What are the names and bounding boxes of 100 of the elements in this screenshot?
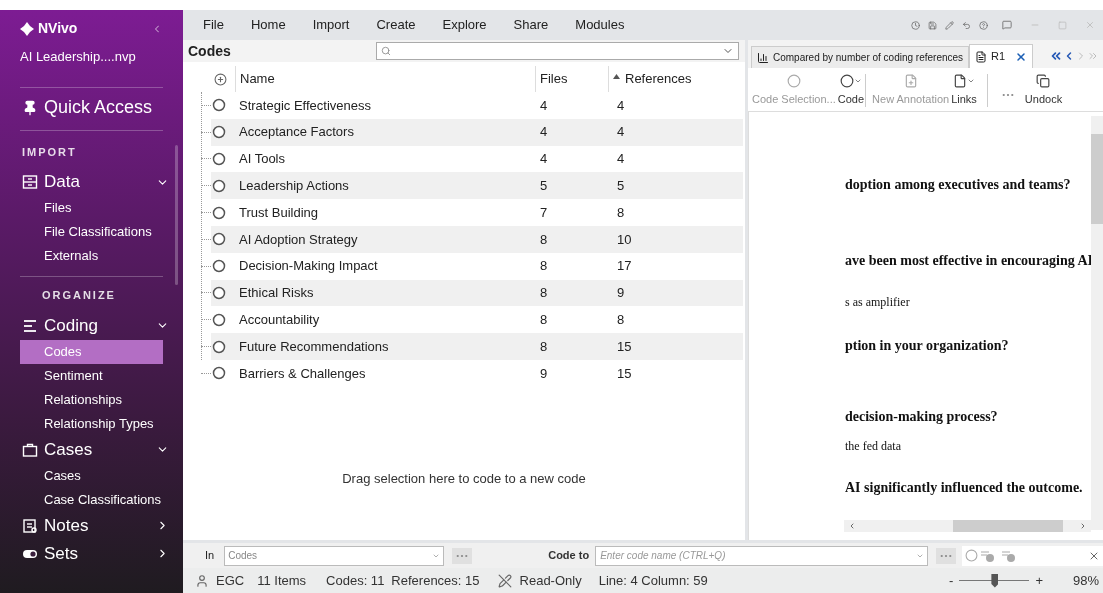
add-code-icon[interactable] [1002,549,1017,562]
references-count: 5 [617,177,625,196]
menu-item[interactable]: Share [513,15,549,35]
help-icon[interactable] [979,20,988,30]
table-row[interactable]: AI Adoption Strategy 8 10 [211,226,743,253]
scroll-left-icon[interactable] [848,522,856,530]
references-count: 17 [617,257,632,276]
more-icon[interactable] [940,553,953,558]
add-icon[interactable] [214,72,227,86]
code-name: Trust Building [239,203,319,222]
code-name: Strategic Effectiveness [239,96,372,115]
code-node-icon [212,232,226,247]
cursor-position: Line: 4 Column: 59 [598,571,708,590]
codes-count: Codes: 11 [326,571,385,590]
clock-icon[interactable] [911,20,920,30]
files-count: 4 [540,96,549,115]
nav-item[interactable]: Codes [20,339,163,364]
table-row[interactable]: Strategic Effectiveness 4 4 [211,92,743,119]
menu-item[interactable]: Modules [575,15,625,35]
table-row[interactable]: Trust Building 7 8 [211,199,743,226]
code-to-field[interactable]: Enter code name (CTRL+Q) [595,545,929,566]
references-count: 4 [617,150,625,169]
vertical-scrollbar[interactable] [1091,116,1103,530]
code-circle-icon[interactable] [965,549,979,562]
question-text: ption in your organization? [845,337,1010,355]
table-row[interactable]: Future Recommendations 8 15 [211,333,743,360]
nav-item[interactable]: Relationship Types [20,411,163,436]
column-header[interactable]: Files [535,66,608,92]
close-icon[interactable] [1015,50,1028,63]
project-name: AI Leadership....nvp [19,48,137,66]
menu-item[interactable]: Create [376,15,416,35]
toolbar-button[interactable]: Undock [1023,73,1064,107]
zoom-slider[interactable] [959,573,1030,588]
references-count: 8 [617,203,625,222]
code-node-icon [212,178,226,193]
question-text: ave been most effective in encouraging AI [845,252,1095,270]
search-icon [381,46,391,56]
references-count: 4 [617,96,625,115]
menu-item[interactable]: Import [312,15,350,35]
references-count: 4 [617,123,625,142]
menu-item[interactable]: File [203,15,224,35]
comment-icon[interactable] [1002,20,1012,30]
question-text: AI significantly influenced the outcome. [845,479,1084,497]
restore-icon[interactable] [1058,20,1067,30]
question-text: doption among executives and teams? [845,176,1072,194]
more-icon[interactable] [1001,93,1014,97]
section-header: ORGANIZE [20,276,163,304]
nav-item[interactable]: Sentiment [20,363,163,388]
references-count: 15 [617,364,632,383]
table-row[interactable]: Barriers & Challenges 9 15 [211,359,743,387]
table-row[interactable]: Accountability 8 8 [211,306,743,334]
quick-access-link[interactable]: Quick Access [0,97,183,118]
zoom-out[interactable]: - [949,570,954,591]
code-to-label: Code to [548,548,590,564]
files-count: 4 [540,150,549,169]
notepad-icon [22,517,38,534]
nav-item[interactable]: Cases [20,463,163,488]
menu-item[interactable]: Home [250,15,286,35]
undo-icon[interactable] [962,20,971,30]
column-header[interactable]: Name [235,66,535,92]
answer-text: s as amplifier [845,294,911,311]
menu-item[interactable]: Explore [442,15,487,35]
nav-item[interactable]: Externals [20,244,163,268]
column-header[interactable]: References [608,66,745,92]
search-field[interactable] [376,42,739,60]
page-plus-icon [903,73,918,88]
table-row[interactable]: AI Tools 4 4 [211,145,743,173]
nav-group[interactable]: Data [0,168,183,196]
toolbar-button[interactable]: Links [950,73,988,107]
code-name: Leadership Actions [239,177,350,196]
undock-icon [1036,73,1051,88]
horizontal-scrollbar[interactable] [844,520,1091,532]
table-row[interactable]: Decision-Making Impact 8 17 [211,252,743,280]
uncode-icon[interactable] [981,549,996,562]
nav-item[interactable]: Relationships [20,387,163,412]
document-tab[interactable]: R1 [969,44,1034,68]
pen-off-icon [497,573,512,588]
nav-item[interactable]: Case Classifications [20,487,163,512]
table-row[interactable]: Ethical Risks 8 9 [211,279,743,307]
nav-group[interactable]: Coding [0,311,183,340]
document-tab[interactable]: Compared by number of coding references [751,46,970,68]
zoom-in[interactable]: + [1035,570,1043,591]
slider-thumb[interactable] [991,573,999,588]
in-field[interactable]: Codes [224,545,445,566]
table-row[interactable]: Leadership Actions 5 5 [211,172,743,200]
table-row[interactable]: Acceptance Factors 4 4 [211,118,743,146]
nav-group[interactable]: Sets [0,539,183,568]
references-count: 10 [617,230,632,249]
more-icon[interactable] [456,553,469,558]
nav-group[interactable]: Notes [0,511,183,540]
nav-item[interactable]: File Classifications [20,220,163,244]
code-node-icon [212,259,226,274]
code-node-icon [212,285,226,300]
circle-dropdown-icon [839,73,862,88]
toolbar-button[interactable]: Code [836,73,866,107]
scroll-right-icon[interactable] [1079,522,1087,530]
nav-item[interactable]: Files [20,196,163,220]
pencil-icon[interactable] [945,20,954,30]
save-icon[interactable] [928,20,937,30]
nav-group[interactable]: Cases [0,435,183,464]
